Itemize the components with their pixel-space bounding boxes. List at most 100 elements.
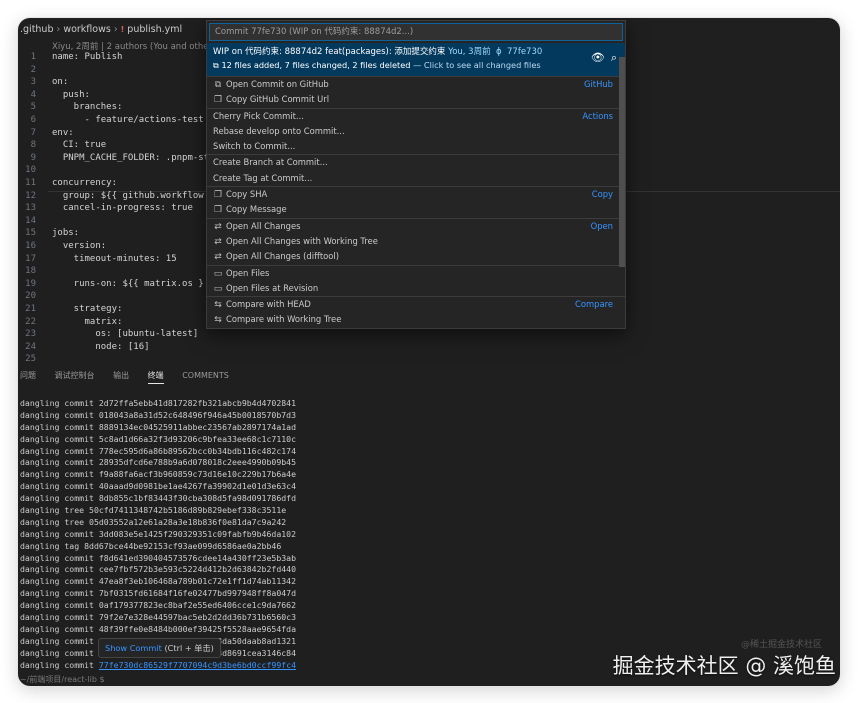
group-category-label: Compare [575,299,613,310]
line-number: 6 [30,115,36,125]
terminal-line: dangling commit 0af179377823ec8baf2e55ed… [20,600,297,611]
eye-icon[interactable]: 👁 [591,51,605,64]
quick-pick-group: ⇄ Open All Changes Open ⇄ Open All Changes w… [207,217,625,265]
line-number: 11 [25,178,36,188]
line-number: 19 [25,278,36,289]
quick-pick-item-label: Open Files at Revision [226,282,319,293]
terminal-line: dangling commit 40aaad9d0981be1ae4267fa3… [20,481,297,492]
quick-pick-item[interactable]: ❐ Copy Message [207,202,625,217]
terminal-line: dangling commit 8db855c1bf83443f30cba308… [20,493,297,504]
code-text: PNPM_CACHE_FOLDER: .pnpm-st [52,152,210,163]
commit-summary-title: WIP on 代码约束: 88874d2 feat(packages): 添加提… [213,46,619,59]
quick-pick-group: Cherry Pick Commit... Actions Rebase devel… [207,107,625,155]
code-text: branches: [52,102,123,113]
code-text: concurrency: [52,178,118,188]
quick-pick-item[interactable]: ⇄ Open All Changes (difftool) [207,249,625,264]
line-number: 8 [30,140,36,151]
line-number: 14 [25,215,36,226]
quick-pick-item[interactable]: Create Branch at Commit... [207,155,625,170]
breadcrumb-item-file[interactable]: publish.yml [127,24,182,35]
quick-pick-group: ⇆ Compare with HEAD Compare ⇆ Compare with W… [207,296,625,328]
group-category-label: Open [590,220,613,231]
quick-pick-item-label: Copy GitHub Commit Url [226,94,330,105]
diff-icon: ⇄ [214,236,222,247]
show-commit-link[interactable]: Show Commit [105,643,162,653]
breadcrumb-item-github[interactable]: .github [20,24,54,35]
quick-pick-item[interactable]: ▭ Open Files at Revision [207,281,625,296]
quick-pick-item[interactable]: Rebase develop onto Commit... [207,124,625,139]
quick-pick-input[interactable]: Commit 77fe730 (WIP on 代码约束: 88874d2...) [209,23,623,41]
editor-window: .github › workflows ›! publish.yml Xiyu, 2周前… [18,18,840,686]
link-external-icon: ⧉ [214,80,222,90]
terminal-line: dangling commit 28935dfcd6e788b9a6d07801… [20,457,297,468]
terminal-prompt: ~/前端项目/react-lib $ [20,675,105,684]
diff-icon: ⇄ [214,252,222,263]
quick-pick-item-label: Switch to Commit... [213,141,296,152]
line-number: 18 [25,266,36,277]
scrollbar[interactable] [619,57,625,267]
quick-pick-item-label: Compare with HEAD [226,299,311,310]
commit-author: You, 3周前 [448,47,491,57]
quick-pick-item[interactable]: ⇄ Open All Changes with Working Tree [207,234,625,249]
terminal[interactable]: dangling commit 2d72ffa5ebb41d817282fb32… [20,398,720,671]
watermark: 掘金技术社区 @ 溪饱鱼 [612,654,836,678]
code-text: strategy: [52,304,123,314]
commit-summary-item[interactable]: WIP on 代码约束: 88874d2 feat(packages): 添加提… [207,43,625,76]
terminal-line: dangling commit 2d72ffa5ebb41d817282fb32… [20,398,297,408]
quick-pick-item-label: Copy Message [226,204,287,215]
quick-pick-item-label: Open All Changes with Working Tree [226,235,378,246]
quick-pick-item[interactable]: ⇆ Compare with Working Tree [207,312,625,327]
quick-pick-item[interactable]: ⇄ Open All Changes Open [207,219,625,234]
diff-icon: ⇄ [214,221,222,232]
tab-output[interactable]: 输出 [113,371,129,380]
code-text: group: ${{ github.workflow [52,190,204,201]
quick-pick-group: ▭ Open Files ▭ Open Files at Revision [207,264,625,297]
quick-pick-item[interactable]: Switch to Commit... [207,139,625,154]
commit-sha-link[interactable]: 77fe730dc86529f7707094c9d3be6bd0ccf99fc4 [99,660,296,670]
terminal-line: dangling commit 48f39ffe0e8484b000ef3942… [20,623,297,634]
quick-pick-item[interactable]: ❐ Copy SHA Copy [207,187,625,202]
code-text: push: [52,89,90,100]
group-category-label: GitHub [583,79,613,89]
line-number: 16 [25,241,36,251]
chevron-right-icon: › [113,24,118,35]
quick-pick-item[interactable]: ⇆ Compare with HEAD Compare [207,297,625,312]
quick-pick-item[interactable]: ❐ Copy GitHub Commit Url [207,92,625,107]
see-changed-files-hint: — Click to see all changed files [413,60,541,70]
quick-pick-item[interactable]: ⧉ Open Commit on GitHub GitHub [207,77,625,92]
code-line: 23 os: [ubuntu-latest] [18,328,840,341]
tab-comments[interactable]: COMMENTS [182,371,229,380]
code-text: matrix: [52,316,123,327]
code-text: version: [52,241,107,251]
terminal-line: dangling commit 3dd083e5e1425f290329351c… [20,528,297,539]
terminal-line: dangling tree 05d03552a12e61a28a3e18b836… [20,516,287,527]
tooltip-shortcut: (Ctrl + 单击) [164,643,214,653]
files-icon: ▭ [213,268,223,279]
copy-icon: ❐ [213,190,223,201]
tab-terminal[interactable]: 终端 [147,371,164,384]
commit-message: WIP on 代码约束: 88874d2 feat(packages): 添加提… [213,47,446,57]
line-number: 23 [25,329,36,340]
quick-pick-item-label: Compare with Working Tree [226,314,342,325]
breadcrumb-item-workflows[interactable]: workflows [63,24,111,35]
tab-problems[interactable]: 问题 [20,371,36,380]
terminal-line: dangling commit f9a88fa6acf3b960859c73d1… [20,469,297,480]
line-number: 15 [25,228,36,239]
quick-pick-group: ❐ Copy SHA Copy ❐ Copy Message [207,186,625,218]
quick-pick-item-label: Open All Changes [226,220,301,231]
line-number: 10 [25,165,36,176]
quick-pick-item[interactable]: ▭ Open Files [207,266,625,281]
tab-debug-console[interactable]: 调试控制台 [55,371,95,380]
quick-pick-item[interactable]: Cherry Pick Commit... Actions [207,109,625,124]
terminal-line: dangling commit 778ec595d6a86b89562bcc0b… [20,445,297,456]
quick-pick-item[interactable]: Create Tag at Commit... [207,171,625,186]
quick-pick-item-label: Open All Changes (difftool) [226,251,339,262]
quick-pick-item-label: Open Commit on GitHub [226,79,329,89]
group-category-label: Actions [582,110,613,121]
line-number: 13 [25,203,36,214]
search-icon[interactable]: ⌕ [611,51,617,64]
code-text: - feature/actions-test [52,115,204,125]
code-line: 24 node: [16] [18,341,840,354]
code-text: on: [52,77,69,88]
commit-stats: ⧉ 12 files added, 7 files changed, 2 fil… [213,59,619,72]
